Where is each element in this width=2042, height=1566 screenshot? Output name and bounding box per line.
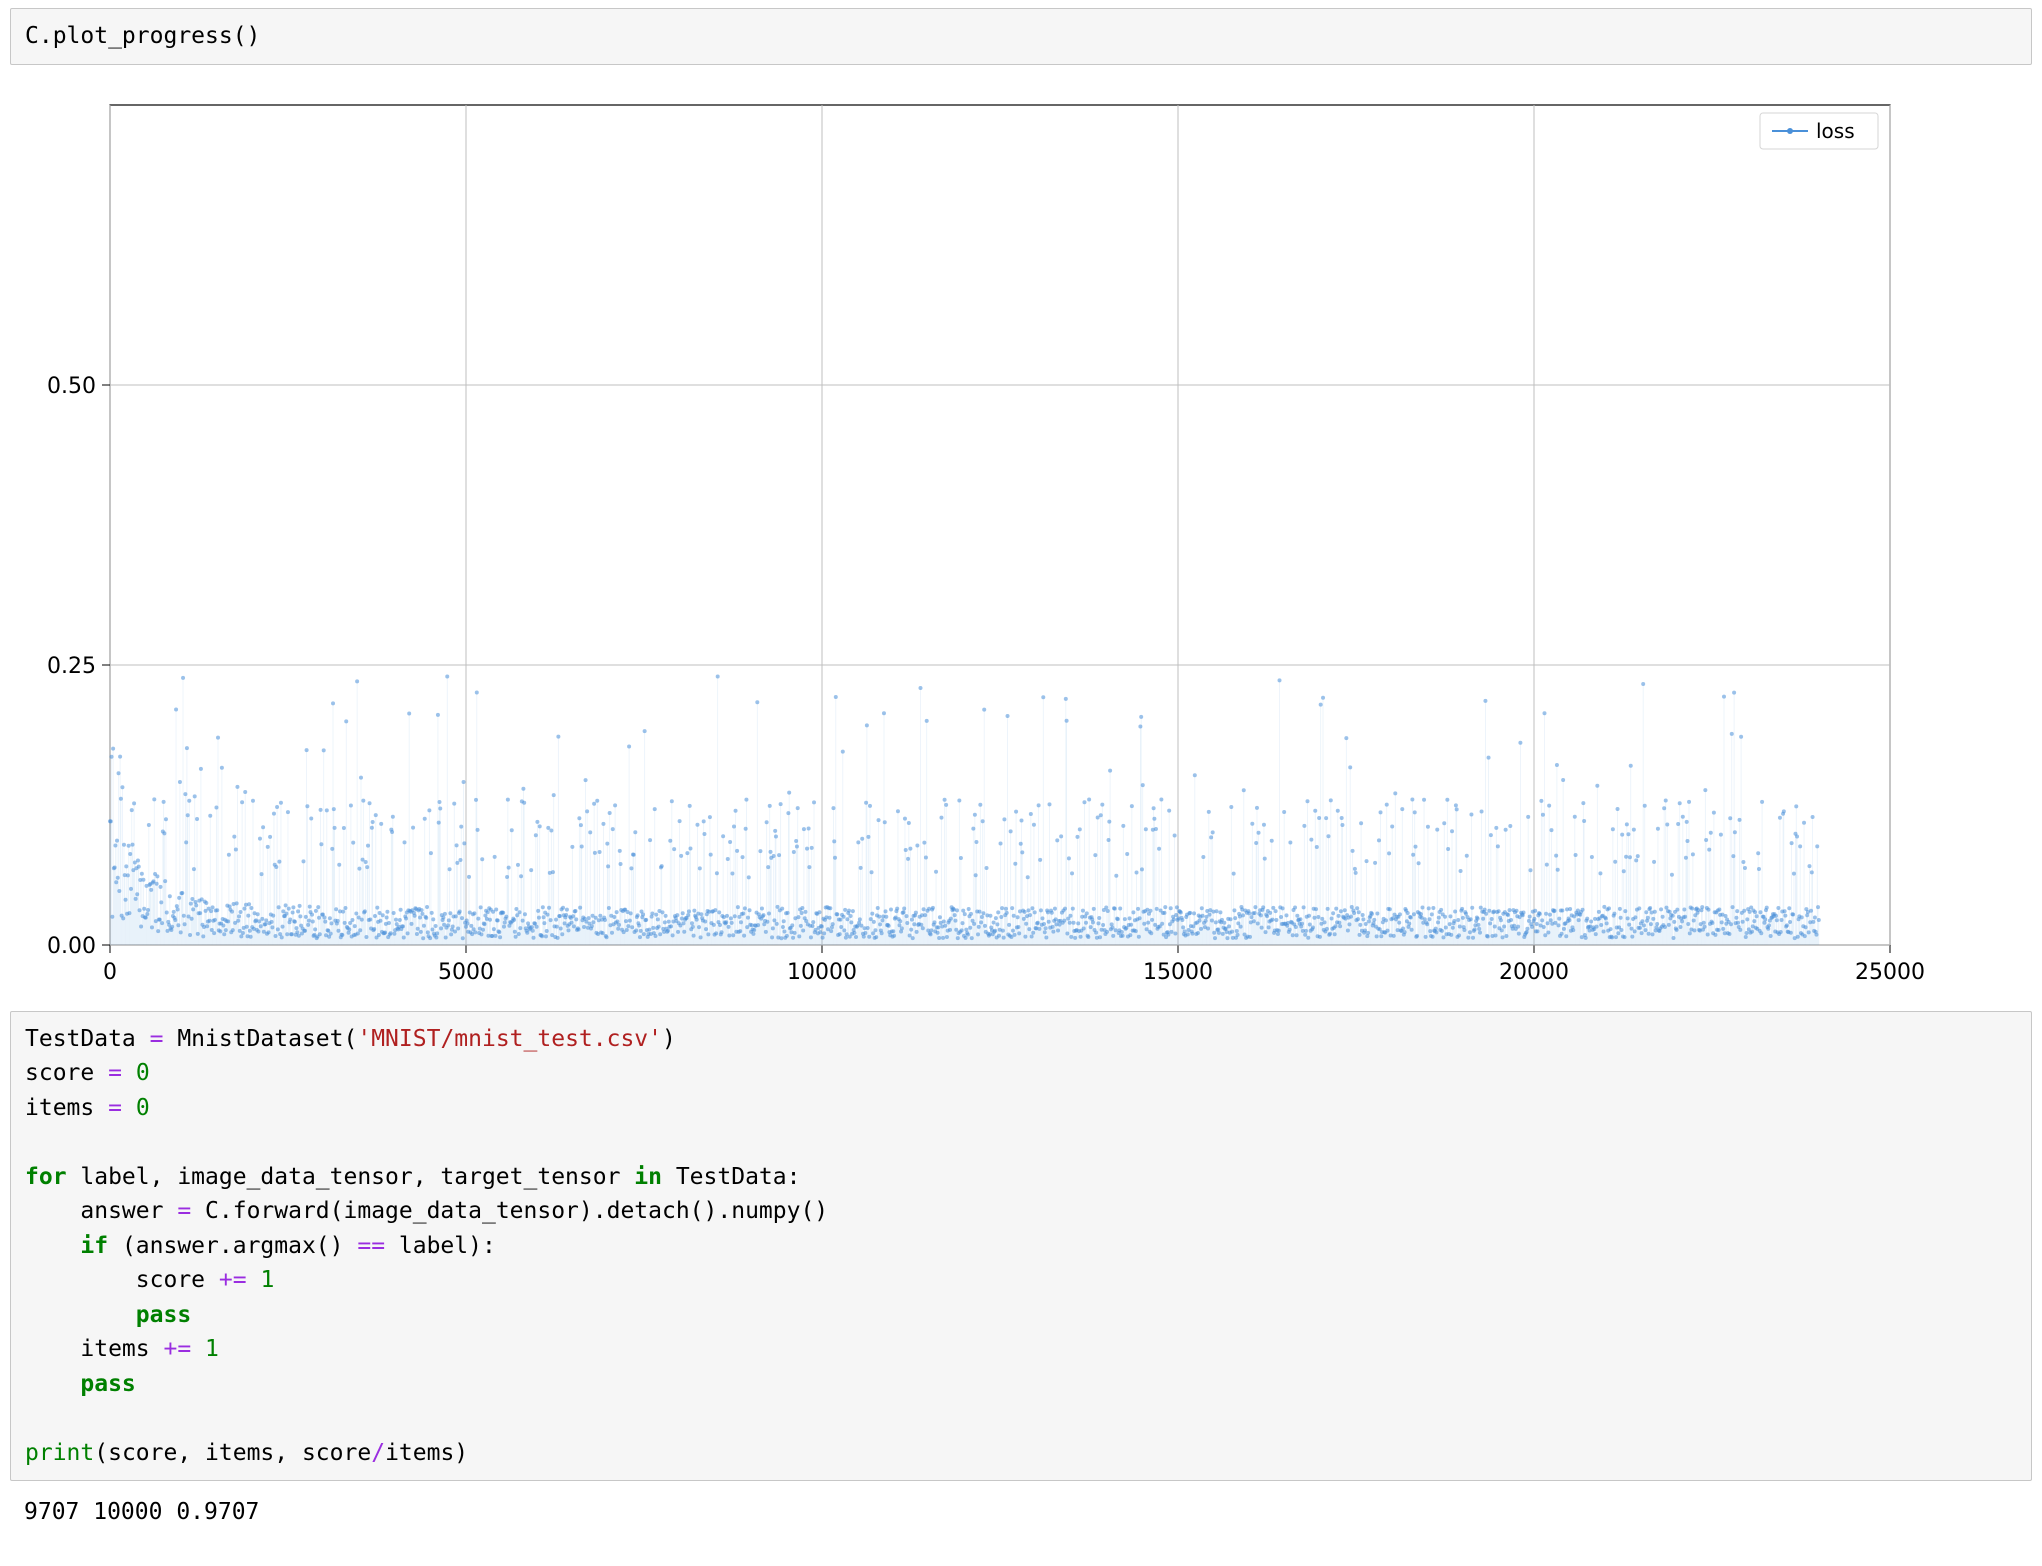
svg-text:loss: loss bbox=[1816, 119, 1855, 143]
svg-text:15000: 15000 bbox=[1143, 960, 1213, 985]
output-text: 9707 10000 0.9707 bbox=[10, 1491, 2032, 1525]
svg-text:0: 0 bbox=[103, 960, 117, 985]
loss-chart-svg: 0 5000 10000 15000 20000 25000 0.00 0.25 0.50 los… bbox=[10, 75, 2020, 995]
svg-text:0.50: 0.50 bbox=[47, 374, 96, 399]
svg-text:25000: 25000 bbox=[1855, 960, 1925, 985]
notebook-page: C.plot_progress() 0 5000 10000 15000 20000 25… bbox=[0, 0, 2042, 1545]
code-cell-1-content: C.plot_progress() bbox=[25, 23, 260, 49]
svg-text:0.00: 0.00 bbox=[47, 934, 96, 959]
code-cell-1[interactable]: C.plot_progress() bbox=[10, 8, 2032, 65]
svg-text:5000: 5000 bbox=[438, 960, 494, 985]
svg-text:10000: 10000 bbox=[787, 960, 857, 985]
svg-text:0.25: 0.25 bbox=[47, 654, 96, 679]
code-cell-2[interactable]: TestData = MnistDataset('MNIST/mnist_tes… bbox=[10, 1011, 2032, 1482]
svg-text:20000: 20000 bbox=[1499, 960, 1569, 985]
output-text-content: 9707 10000 0.9707 bbox=[24, 1499, 259, 1525]
chart-output: 0 5000 10000 15000 20000 25000 0.00 0.25 0.50 los… bbox=[10, 75, 2032, 1001]
